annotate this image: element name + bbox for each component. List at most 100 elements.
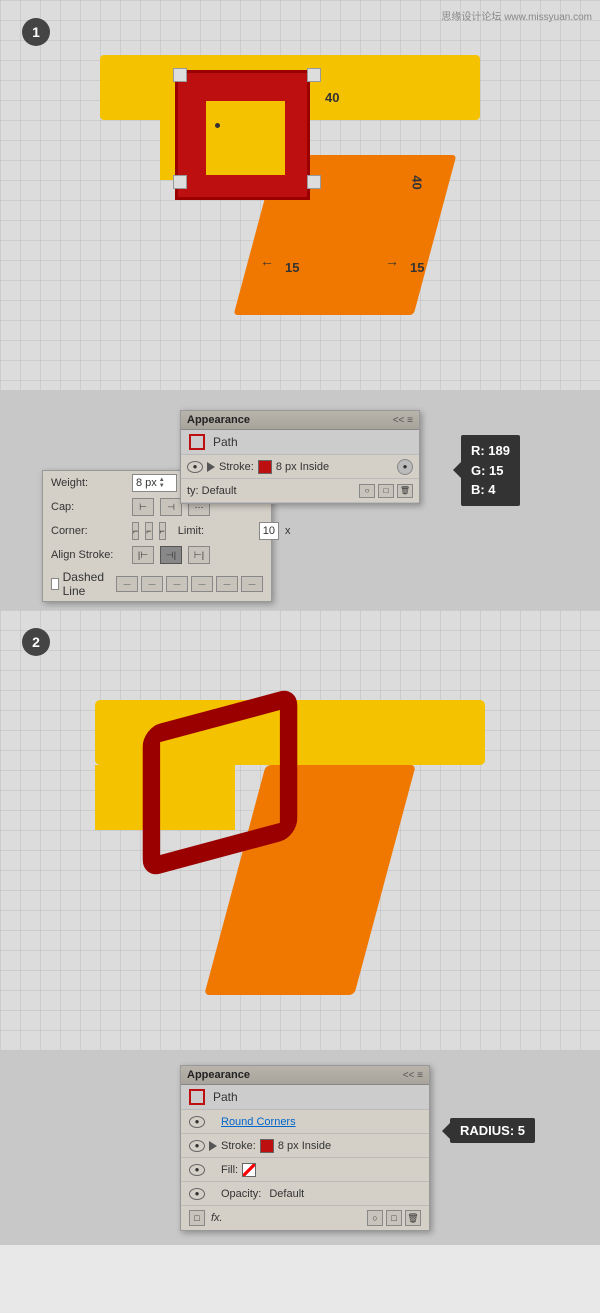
red-square-inner <box>206 101 285 175</box>
cap-btn-1[interactable]: ⊢ <box>132 498 154 516</box>
handle-top-left <box>173 68 187 82</box>
eye-icon-stroke-2[interactable]: ● <box>189 1140 205 1152</box>
panel-section-2: Appearance << ≡ Path ● Round Corners ● S… <box>0 1050 600 1245</box>
path-icon-1 <box>189 434 205 450</box>
limit-input[interactable]: 10 <box>259 522 279 540</box>
dash-icon-2: — <box>141 576 163 592</box>
eye-icon-round[interactable]: ● <box>189 1116 205 1128</box>
footer-square-icon[interactable]: □ <box>386 1210 402 1226</box>
weight-input[interactable]: 8 px ▲▼ <box>132 474 177 492</box>
weight-label: Weight: <box>51 477 126 489</box>
align-row: Align Stroke: |⊢ ⊣| ⊢| <box>43 543 271 567</box>
section1: 思缘设计论坛 www.missyuan.com 1 40 40 ← → 15 1… <box>0 0 600 390</box>
stroke-label-2: Stroke: <box>221 1140 256 1152</box>
dash-icon-6: — <box>241 576 263 592</box>
cap-label: Cap: <box>51 501 126 513</box>
align-btn-3[interactable]: ⊢| <box>188 546 210 564</box>
appearance-panel-2: Appearance << ≡ Path ● Round Corners ● S… <box>180 1065 430 1231</box>
radius-tooltip: RADIUS: 5 <box>450 1118 535 1143</box>
rgb-g: G: 15 <box>471 461 510 481</box>
red-square-outer <box>175 70 310 200</box>
align-btn-2[interactable]: ⊣| <box>160 546 182 564</box>
section2: 2 <box>0 610 600 1050</box>
dash-icon-5: — <box>216 576 238 592</box>
round-corners-link[interactable]: Round Corners <box>221 1116 296 1128</box>
rgb-r: R: 189 <box>471 441 510 461</box>
arrow-right: → <box>385 253 399 269</box>
stroke-row-panel: ● Stroke: 8 px Inside ● <box>181 455 419 479</box>
footer-trash-icon[interactable]: 🗑 <box>405 1210 421 1226</box>
corner-row: Corner: ⌐ ⌐ ⌐ Limit: 10 x <box>43 519 271 543</box>
panel-titlebar-2: Appearance << ≡ <box>181 1066 429 1085</box>
panel-path-header-1: Path <box>181 430 419 455</box>
round-corners-row: ● Round Corners <box>181 1110 429 1134</box>
path-label-1: Path <box>213 435 238 449</box>
path-icon-2 <box>189 1089 205 1105</box>
eye-icon-stroke[interactable]: ● <box>187 461 203 473</box>
align-label: Align Stroke: <box>51 549 126 561</box>
align-btn-1[interactable]: |⊢ <box>132 546 154 564</box>
corner-btn-3[interactable]: ⌐ <box>159 522 166 540</box>
corner-label: Corner: <box>51 525 126 537</box>
panel-section-1: Weight: 8 px ▲▼ ▾ Cap: ⊢ ⊣ ⋯ Corner: ⌐ ⌐… <box>0 390 600 610</box>
handle-top-right <box>307 68 321 82</box>
measure-side: 40 <box>410 175 425 189</box>
play-icon-stroke-2[interactable] <box>209 1141 217 1151</box>
footer-fx-label: fx. <box>211 1212 223 1224</box>
panel-path-header-2: Path <box>181 1085 429 1110</box>
dash-icon-3: — <box>166 576 188 592</box>
limit-label: Limit: <box>178 525 253 537</box>
cap-btn-2[interactable]: ⊣ <box>160 498 182 516</box>
panel-title-1: Appearance <box>187 414 250 426</box>
stroke-options-btn[interactable]: ● <box>397 459 413 475</box>
panel-controls-1[interactable]: << ≡ <box>393 415 413 426</box>
panel-footer-2: □ fx. ○ □ 🗑 <box>181 1206 429 1230</box>
opacity-label: ty: Default <box>187 485 237 497</box>
play-icon-stroke[interactable] <box>207 462 215 472</box>
handle-bottom-right <box>307 175 321 189</box>
panel-icon-trash[interactable]: 🗑 <box>397 484 413 498</box>
panel-controls-2[interactable]: << ≡ <box>403 1070 423 1081</box>
footer-page-icon[interactable]: □ <box>189 1210 205 1226</box>
opacity-value: Default <box>269 1188 304 1200</box>
appearance-panel-1: Appearance << ≡ Path ● Stroke: 8 px Insi… <box>180 410 420 504</box>
eye-icon-fill[interactable]: ● <box>189 1164 205 1176</box>
radius-label: RADIUS: 5 <box>460 1123 525 1138</box>
opacity-row-2: ● Opacity: Default <box>181 1182 429 1206</box>
stroke-row-2: ● Stroke: 8 px Inside <box>181 1134 429 1158</box>
dash-icon-1: — <box>116 576 138 592</box>
dashed-label: Dashed Line <box>63 570 104 598</box>
arrow-left: ← <box>260 253 274 269</box>
measure-15-left: 15 <box>285 260 299 275</box>
opacity-label-2: Opacity: <box>221 1188 261 1200</box>
fill-label: Fill: <box>221 1164 238 1176</box>
stroke-label-panel: Stroke: <box>219 461 254 473</box>
rgb-b: B: 4 <box>471 480 510 500</box>
stroke-value-2: 8 px Inside <box>278 1140 331 1152</box>
stroke-value: 8 px Inside <box>276 461 329 473</box>
step-1-circle: 1 <box>22 18 50 46</box>
stroke-color-swatch[interactable] <box>258 460 272 474</box>
watermark: 思缘设计论坛 www.missyuan.com <box>441 8 592 23</box>
dashed-checkbox[interactable] <box>51 578 59 590</box>
t-shape-diagram: 40 40 ← → 15 15 <box>100 55 500 335</box>
corner-btn-1[interactable]: ⌐ <box>132 522 139 540</box>
fill-row: ● Fill: <box>181 1158 429 1182</box>
center-dot <box>215 123 220 128</box>
footer-circle-icon[interactable]: ○ <box>367 1210 383 1226</box>
opacity-row-panel: ty: Default ○ □ 🗑 <box>181 479 419 503</box>
measure-top: 40 <box>325 90 339 105</box>
corner-btn-2[interactable]: ⌐ <box>145 522 152 540</box>
panel-icon-2[interactable]: □ <box>378 484 394 498</box>
path-label-2: Path <box>213 1090 238 1104</box>
measure-15-right: 15 <box>410 260 424 275</box>
rgb-tooltip: R: 189 G: 15 B: 4 <box>461 435 520 506</box>
limit-x: x <box>285 525 291 537</box>
panel-icon-1[interactable]: ○ <box>359 484 375 498</box>
stroke-swatch-2[interactable] <box>260 1139 274 1153</box>
fill-swatch[interactable] <box>242 1163 256 1177</box>
panel-title-2: Appearance <box>187 1069 250 1081</box>
eye-icon-opacity[interactable]: ● <box>189 1188 205 1200</box>
handle-bottom-left <box>173 175 187 189</box>
panel-titlebar-1: Appearance << ≡ <box>181 411 419 430</box>
